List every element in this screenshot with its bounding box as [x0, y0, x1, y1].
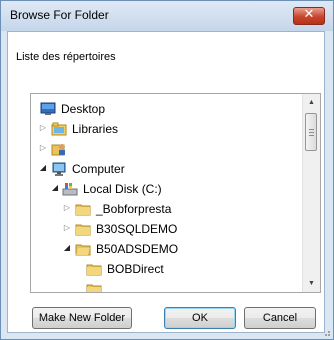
tree-item-computer[interactable]: ◢ Computer: [31, 159, 302, 179]
expand-arrow-icon[interactable]: ▷: [62, 203, 72, 213]
tree-item-label: BOBDirect: [107, 262, 164, 276]
expand-arrow-icon[interactable]: ▷: [62, 223, 72, 233]
tree-item-folder[interactable]: BOBDirect: [31, 259, 302, 279]
expand-arrow-icon[interactable]: ▷: [38, 123, 48, 133]
folder-icon: [75, 201, 91, 217]
make-new-folder-button[interactable]: Make New Folder: [32, 307, 132, 329]
thumb-grip: [309, 132, 314, 133]
tree-item-label: Local Disk (C:): [83, 182, 162, 196]
instruction-label: Liste des répertoires: [16, 51, 116, 63]
libraries-icon: [51, 121, 67, 137]
ok-button[interactable]: OK: [164, 307, 236, 329]
local-disk-icon: [62, 181, 78, 197]
close-button[interactable]: ✕: [293, 7, 325, 25]
thumb-grip: [309, 135, 314, 136]
cancel-button[interactable]: Cancel: [244, 307, 316, 329]
tree-item-user-folder[interactable]: ▷: [31, 139, 302, 159]
expand-arrow-icon[interactable]: ▷: [38, 143, 48, 153]
collapse-arrow-icon[interactable]: ◢: [38, 163, 48, 173]
resize-grip-icon[interactable]: [321, 327, 331, 337]
thumb-grip: [309, 129, 314, 130]
close-icon: ✕: [303, 7, 315, 22]
title-bar[interactable]: Browse For Folder ✕: [1, 1, 333, 31]
scrollbar-thumb[interactable]: [305, 113, 317, 151]
tree-item-label: Libraries: [72, 122, 119, 136]
collapse-arrow-icon[interactable]: ◢: [50, 183, 60, 193]
tree-item-libraries[interactable]: ▷ Libraries: [31, 119, 302, 139]
folder-tree[interactable]: Desktop ▷ Libraries ▷ ◢ Computer ◢ Local…: [30, 93, 321, 293]
computer-icon: [51, 161, 67, 177]
scroll-up-arrow-icon[interactable]: ▲: [303, 94, 320, 111]
window-title: Browse For Folder: [10, 8, 109, 22]
user-folder-icon: [51, 141, 67, 157]
tree-item-folder[interactable]: ▷ B30SQLDEMO: [31, 219, 302, 239]
tree-item-folder[interactable]: ◢ B50ADSDEMO: [31, 239, 302, 259]
vertical-scrollbar[interactable]: ▲ ▼: [302, 94, 320, 292]
tree-item-label: Computer: [72, 162, 125, 176]
tree-item-label: B50ADSDEMO: [96, 242, 179, 256]
tree-item-desktop[interactable]: Desktop: [31, 99, 302, 119]
tree-item-folder[interactable]: [31, 279, 302, 292]
tree-item-folder[interactable]: ▷ _Bobforpresta: [31, 199, 302, 219]
tree-item-label: _Bobforpresta: [96, 202, 172, 216]
tree-item-label: Desktop: [61, 102, 106, 116]
folder-open-icon: [75, 241, 91, 257]
tree-item-label: B30SQLDEMO: [96, 222, 178, 236]
desktop-icon: [40, 101, 56, 117]
folder-icon: [75, 221, 91, 237]
folder-icon: [86, 281, 102, 292]
folder-icon: [86, 261, 102, 277]
collapse-arrow-icon[interactable]: ◢: [62, 243, 72, 253]
tree-item-local-disk[interactable]: ◢ Local Disk (C:): [31, 179, 302, 199]
scroll-down-arrow-icon[interactable]: ▼: [303, 275, 320, 292]
